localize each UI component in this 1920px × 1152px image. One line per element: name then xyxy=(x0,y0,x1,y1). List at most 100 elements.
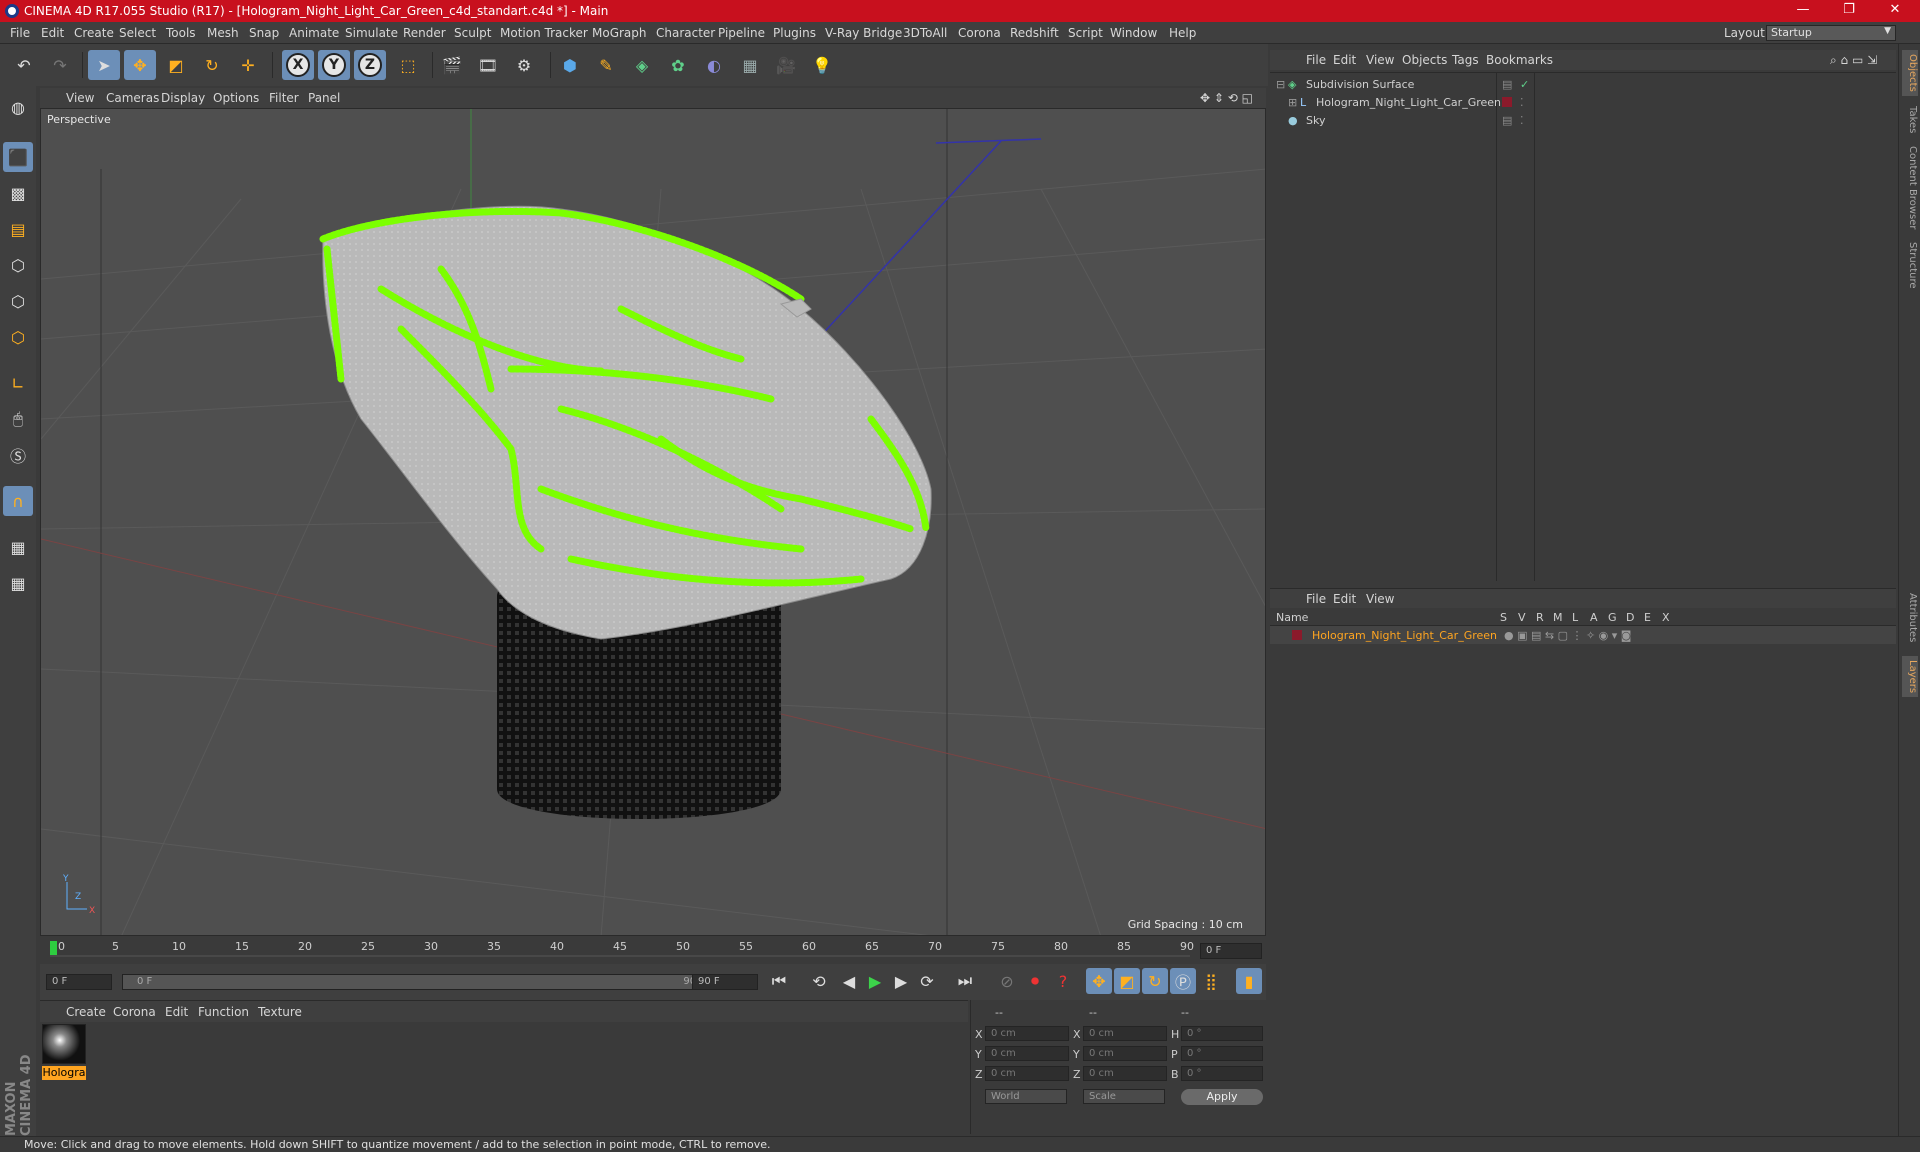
recent-tools-icon[interactable]: ✛ xyxy=(232,50,264,80)
material-menu-corona[interactable]: Corona xyxy=(113,1005,156,1019)
rotation-b-field[interactable]: 0 ° xyxy=(1181,1066,1263,1081)
previous-frame-icon[interactable]: ◀ xyxy=(836,968,862,994)
material-thumbnail[interactable] xyxy=(42,1024,86,1064)
coordinate-mode-dropdown[interactable]: World xyxy=(985,1089,1067,1104)
tweak-mode-icon[interactable]: 🖱 xyxy=(3,404,33,434)
floor-icon[interactable]: ▦ xyxy=(734,50,766,80)
go-to-start-icon[interactable]: ⏮ xyxy=(766,968,792,994)
key-parameter-icon[interactable]: Ⓟ xyxy=(1170,968,1196,994)
render-settings-icon[interactable]: ⚙ xyxy=(508,50,540,80)
object-search-icon[interactable]: ⌕ ⌂ ▭ ⇲ xyxy=(1830,53,1877,68)
close-button[interactable]: ✕ xyxy=(1880,2,1910,20)
lock-workplane-icon[interactable]: ▦ xyxy=(3,532,33,562)
axis-mode-icon[interactable]: ∟ xyxy=(3,368,33,398)
visibility-toggle-icon[interactable]: ▤ xyxy=(1502,78,1512,91)
key-rotation-icon[interactable]: ↻ xyxy=(1142,968,1168,994)
menu-3dtoall[interactable]: 3DToAll xyxy=(903,26,947,40)
object-name[interactable]: Subdivision Surface xyxy=(1306,78,1414,91)
rotation-h-field[interactable]: 0 ° xyxy=(1181,1026,1263,1041)
render-view-icon[interactable]: 🎬 xyxy=(436,50,468,80)
snap-icon[interactable]: Ⓢ xyxy=(3,440,33,470)
layer-menu-file[interactable]: File xyxy=(1306,592,1326,606)
material-name[interactable]: Hologra xyxy=(42,1066,86,1080)
object-menu-view[interactable]: View xyxy=(1366,53,1394,67)
axis-z-button[interactable]: Z xyxy=(354,50,386,80)
menu-mograph[interactable]: MoGraph xyxy=(592,26,647,40)
menu-motion-tracker[interactable]: Motion Tracker xyxy=(500,26,588,40)
object-name[interactable]: Sky xyxy=(1306,114,1325,127)
axis-x-button[interactable]: X xyxy=(282,50,314,80)
tab-objects[interactable]: Objects xyxy=(1902,50,1918,96)
menu-tools[interactable]: Tools xyxy=(166,26,196,40)
object-menu-edit[interactable]: Edit xyxy=(1333,53,1356,67)
tab-attributes[interactable]: Attributes xyxy=(1902,589,1918,646)
tab-structure[interactable]: Structure xyxy=(1902,238,1918,293)
move-icon[interactable]: ✥ xyxy=(124,50,156,80)
menu-pipeline[interactable]: Pipeline xyxy=(718,26,765,40)
camera-icon[interactable]: 🎥 xyxy=(770,50,802,80)
light-icon[interactable]: 💡 xyxy=(806,50,838,80)
visibility-toggle-icon[interactable]: ▤ xyxy=(1502,114,1512,127)
perspective-viewport[interactable]: Y X Z Perspective Grid Spacing : 10 cm xyxy=(40,108,1266,936)
viewport-menu-options[interactable]: Options xyxy=(213,91,259,105)
viewport-menu-panel[interactable]: Panel xyxy=(308,91,340,105)
edges-mode-icon[interactable]: ⬡ xyxy=(3,286,33,316)
texture-mode-icon[interactable]: ▩ xyxy=(3,178,33,208)
next-key-icon[interactable]: ⟳ xyxy=(914,968,940,994)
menu-vray-bridge[interactable]: V-Ray Bridge xyxy=(825,26,902,40)
visibility-dots-icon[interactable]: ⁚ xyxy=(1520,96,1524,109)
menu-help[interactable]: Help xyxy=(1169,26,1196,40)
magnet-icon[interactable]: ∩ xyxy=(3,486,33,516)
viewport-menu-display[interactable]: Display xyxy=(161,91,205,105)
play-icon[interactable]: ▶ xyxy=(862,968,888,994)
layer-name[interactable]: Hologram_Night_Light_Car_Green xyxy=(1312,629,1497,642)
tab-content-browser[interactable]: Content Browser xyxy=(1902,142,1918,233)
viewport-menu-view[interactable]: View xyxy=(66,91,94,105)
material-menu-texture[interactable]: Texture xyxy=(258,1005,302,1019)
object-row[interactable]: ⊞ L Hologram_Night_Light_Car_Green ⁚ xyxy=(1270,93,1896,111)
size-y-field[interactable]: 0 cm xyxy=(1083,1046,1167,1061)
cube-icon[interactable]: ⬢ xyxy=(554,50,586,80)
layer-menu-edit[interactable]: Edit xyxy=(1333,592,1356,606)
restore-button[interactable]: ❐ xyxy=(1834,2,1864,20)
menu-redshift[interactable]: Redshift xyxy=(1010,26,1059,40)
object-name[interactable]: Hologram_Night_Light_Car_Green xyxy=(1316,96,1501,109)
material-menu-create[interactable]: Create xyxy=(66,1005,106,1019)
redo-icon[interactable]: ↷ xyxy=(44,50,76,80)
position-x-field[interactable]: 0 cm xyxy=(985,1026,1069,1041)
tab-takes[interactable]: Takes xyxy=(1902,102,1918,137)
planar-workplane-icon[interactable]: ▦ xyxy=(3,568,33,598)
layer-color-swatch[interactable] xyxy=(1502,97,1512,107)
menu-window[interactable]: Window xyxy=(1110,26,1157,40)
object-row[interactable]: ⊟ ◈ Subdivision Surface ▤ ✓ xyxy=(1270,75,1896,93)
expand-icon[interactable]: ⊞ xyxy=(1288,96,1297,109)
enabled-check-icon[interactable]: ✓ xyxy=(1520,78,1529,91)
collapse-icon[interactable]: ⊟ xyxy=(1276,78,1285,91)
menu-select[interactable]: Select xyxy=(119,26,156,40)
render-picture-viewer-icon[interactable]: 🎞 xyxy=(472,50,504,80)
key-scale-icon[interactable]: ◩ xyxy=(1114,968,1140,994)
menu-file[interactable]: File xyxy=(10,26,30,40)
select-pointer-icon[interactable]: ➤ xyxy=(88,50,120,80)
layer-menu-view[interactable]: View xyxy=(1366,592,1394,606)
polygons-mode-icon[interactable]: ⬡ xyxy=(3,322,33,352)
position-z-field[interactable]: 0 cm xyxy=(985,1066,1069,1081)
record-keys-icon[interactable]: ⊘ xyxy=(994,968,1020,994)
layer-toggle-icons[interactable]: ● ▣ ▤ ⇆ ▢ ⋮ ✧ ◉ ▾ ◙ xyxy=(1504,629,1631,642)
workplane-icon[interactable]: ▤ xyxy=(3,214,33,244)
timeline-layout-icon[interactable]: ▮ xyxy=(1236,968,1262,994)
tab-layers[interactable]: Layers xyxy=(1902,656,1918,698)
deformer-icon[interactable]: ◐ xyxy=(698,50,730,80)
go-to-end-icon[interactable]: ⏭ xyxy=(952,968,978,994)
material-menu-edit[interactable]: Edit xyxy=(165,1005,188,1019)
material-menu-function[interactable]: Function xyxy=(198,1005,249,1019)
object-menu-file[interactable]: File xyxy=(1306,53,1326,67)
minimize-button[interactable]: — xyxy=(1788,2,1818,20)
frame-range-slider[interactable]: 0 F 90 F xyxy=(122,974,726,990)
viewport-menu-cameras[interactable]: Cameras xyxy=(106,91,159,105)
size-x-field[interactable]: 0 cm xyxy=(1083,1026,1167,1041)
key-position-icon[interactable]: ✥ xyxy=(1086,968,1112,994)
coordinate-system-icon[interactable]: ⬚ xyxy=(392,50,424,80)
viewport-navigation-icons[interactable]: ✥ ⇕ ⟲ ◱ xyxy=(1200,91,1253,105)
position-y-field[interactable]: 0 cm xyxy=(985,1046,1069,1061)
